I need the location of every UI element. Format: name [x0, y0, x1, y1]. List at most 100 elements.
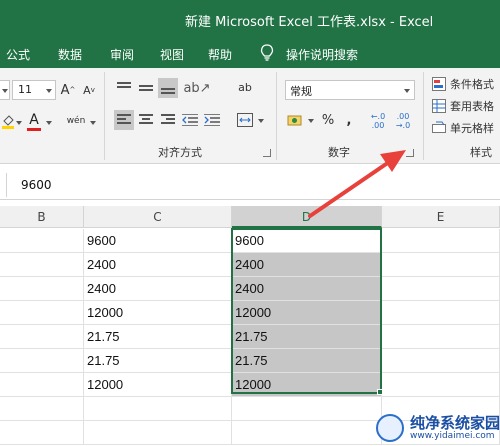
cell-d[interactable]: 2400	[232, 277, 382, 301]
chevron-down-icon	[308, 119, 314, 123]
cell-d[interactable]: 2400	[232, 253, 382, 277]
cell-c[interactable]: 21.75	[84, 325, 232, 349]
tell-me-search[interactable]: 操作说明搜索	[286, 46, 358, 63]
watermark-url: www.yidaimei.com	[410, 431, 495, 441]
cell-e[interactable]	[382, 277, 500, 301]
middle-align-button[interactable]	[136, 78, 156, 98]
align-left-button[interactable]	[114, 110, 134, 130]
align-right-button[interactable]	[158, 110, 178, 130]
number-group-label: 数字	[328, 146, 350, 159]
wrap-text-button[interactable]: ab	[234, 78, 256, 98]
outdent-icon	[182, 114, 198, 126]
cell-d[interactable]	[232, 421, 382, 445]
format-as-table-label: 套用表格	[450, 100, 494, 113]
cell-b[interactable]	[0, 397, 84, 421]
increase-indent-button[interactable]	[202, 110, 222, 130]
percent-style-button[interactable]: %	[318, 110, 338, 130]
cell-b[interactable]	[0, 325, 84, 349]
alignment-group-label: 对齐方式	[158, 146, 202, 159]
increase-font-size-button[interactable]: A ^	[58, 80, 78, 100]
formula-input[interactable]: 9600	[6, 173, 500, 197]
font-size-box[interactable]: 11	[12, 80, 56, 100]
align-center-button[interactable]	[136, 110, 156, 130]
percent-label: %	[321, 112, 335, 128]
font-color-button[interactable]: A	[24, 110, 44, 132]
table-row: 2400 2400	[0, 277, 500, 301]
table-row: 12000 12000	[0, 301, 500, 325]
cell-e[interactable]	[382, 229, 500, 253]
table-row: 21.75 21.75	[0, 349, 500, 373]
font-color-swatch	[27, 127, 41, 131]
cell-d[interactable]: 12000	[232, 373, 382, 397]
cell-d-active[interactable]: 9600	[232, 229, 382, 253]
chevron-down-icon	[16, 121, 22, 125]
paint-bucket-icon	[2, 115, 14, 129]
decrease-indent-button[interactable]	[180, 110, 200, 130]
phonetic-guide-button[interactable]: wén	[62, 110, 90, 132]
comma-style-button[interactable]: ,	[340, 110, 358, 130]
comma-label: ,	[346, 112, 352, 128]
chevron-down-icon	[2, 89, 8, 93]
fill-handle[interactable]	[377, 389, 383, 395]
title-bar: 新建 Microsoft Excel 工作表.xlsx - Excel	[0, 0, 500, 40]
group-divider	[276, 72, 277, 160]
align-center-icon	[139, 114, 153, 126]
cell-b[interactable]	[0, 373, 84, 397]
chevron-down-icon	[46, 89, 52, 93]
conditional-format-label: 条件格式	[450, 78, 494, 91]
tab-review[interactable]: 审阅	[110, 46, 134, 63]
cell-d[interactable]: 21.75	[232, 349, 382, 373]
cell-c[interactable]: 12000	[84, 301, 232, 325]
cell-b[interactable]	[0, 349, 84, 373]
cell-c[interactable]: 2400	[84, 253, 232, 277]
number-format-select[interactable]: 常规	[285, 80, 415, 100]
orientation-button[interactable]: ab↗	[183, 78, 210, 98]
tab-view[interactable]: 视图	[160, 46, 184, 63]
cell-c[interactable]: 21.75	[84, 349, 232, 373]
cell-b[interactable]	[0, 229, 84, 253]
column-header-c[interactable]: C	[84, 206, 232, 228]
cell-c[interactable]: 2400	[84, 277, 232, 301]
cell-c[interactable]	[84, 397, 232, 421]
format-as-table-button[interactable]: 套用表格	[432, 96, 500, 116]
cell-e[interactable]	[382, 325, 500, 349]
cell-d[interactable]: 21.75	[232, 325, 382, 349]
group-divider	[104, 72, 105, 160]
cell-c[interactable]: 9600	[84, 229, 232, 253]
conditional-formatting-button[interactable]: 条件格式	[432, 74, 500, 94]
cell-d[interactable]: 12000	[232, 301, 382, 325]
cell-styles-button[interactable]: 单元格样	[432, 118, 500, 138]
column-header-d[interactable]: D	[232, 206, 382, 228]
font-color-label: A	[29, 111, 39, 128]
cell-b[interactable]	[0, 301, 84, 325]
decrease-decimal-button[interactable]: .00 →.0	[391, 110, 415, 132]
tab-formulas[interactable]: 公式	[6, 46, 30, 63]
cell-b[interactable]	[0, 277, 84, 301]
window-title: 新建 Microsoft Excel 工作表.xlsx - Excel	[185, 15, 434, 30]
bottom-align-button[interactable]	[158, 78, 178, 98]
alignment-dialog-launcher[interactable]	[263, 149, 271, 157]
tab-help[interactable]: 帮助	[208, 46, 232, 63]
cell-e[interactable]	[382, 253, 500, 277]
cell-c[interactable]: 12000	[84, 373, 232, 397]
cell-c[interactable]	[84, 421, 232, 445]
fill-color-button[interactable]	[0, 112, 16, 132]
cell-e[interactable]	[382, 349, 500, 373]
cell-d[interactable]	[232, 397, 382, 421]
decrease-font-size-button[interactable]: Av	[79, 80, 99, 100]
top-align-button[interactable]	[114, 78, 134, 98]
merge-center-button[interactable]	[234, 110, 256, 130]
cell-b[interactable]	[0, 421, 84, 445]
accounting-format-button[interactable]	[285, 110, 307, 130]
tab-data[interactable]: 数据	[58, 46, 82, 63]
number-format-dialog-launcher[interactable]	[406, 149, 414, 157]
chevron-down-icon	[258, 119, 264, 123]
cell-e[interactable]	[382, 301, 500, 325]
column-header-e[interactable]: E	[382, 206, 500, 228]
increase-decimal-button[interactable]: ←.0 .00	[366, 110, 390, 132]
column-header-b[interactable]: B	[0, 206, 84, 228]
cell-e[interactable]	[382, 373, 500, 397]
wrap-text-label: ab	[238, 81, 252, 94]
shrink-font-label: A	[83, 83, 91, 97]
cell-b[interactable]	[0, 253, 84, 277]
